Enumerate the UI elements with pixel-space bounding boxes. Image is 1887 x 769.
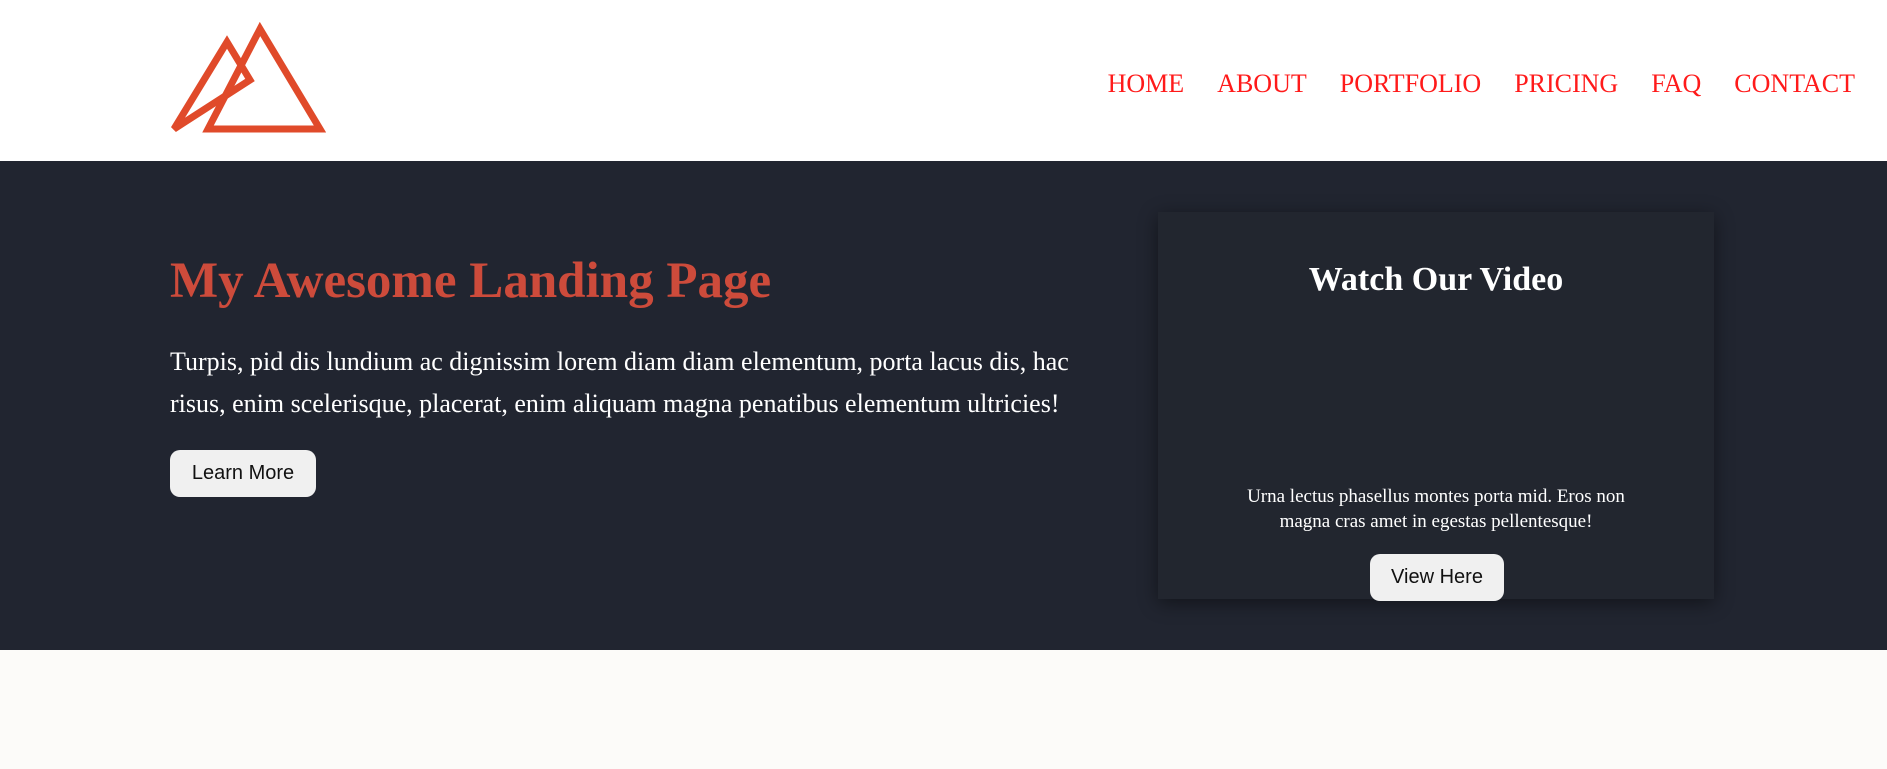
nav-link-pricing[interactable]: PRICING (1514, 66, 1618, 102)
nav-link-contact[interactable]: CONTACT (1734, 66, 1855, 102)
nav-link-about[interactable]: ABOUT (1217, 66, 1307, 102)
site-header: HOME ABOUT PORTFOLIO PRICING FAQ CONTACT (0, 0, 1887, 161)
learn-more-button[interactable]: Learn More (170, 450, 316, 497)
hero-title: My Awesome Landing Page (170, 253, 772, 309)
mountain-logo-icon[interactable] (170, 21, 327, 134)
hero-section: My Awesome Landing Page Turpis, pid dis … (0, 161, 1887, 650)
hero-description: Turpis, pid dis lundium ac dignissim lor… (170, 347, 1069, 418)
video-card-title: Watch Our Video (1308, 261, 1564, 298)
video-card-description: Urna lectus phasellus montes porta mid. … (1247, 486, 1625, 532)
nav-link-home[interactable]: HOME (1108, 66, 1185, 102)
nav-link-faq[interactable]: FAQ (1651, 66, 1701, 102)
video-card: Watch Our Video Urna lectus phasellus mo… (1158, 212, 1714, 601)
lower-section (0, 650, 1887, 769)
nav-link-portfolio[interactable]: PORTFOLIO (1340, 66, 1481, 102)
main-nav: HOME ABOUT PORTFOLIO PRICING FAQ CONTACT (1075, 66, 1855, 102)
view-here-button[interactable]: View Here (1370, 554, 1504, 601)
